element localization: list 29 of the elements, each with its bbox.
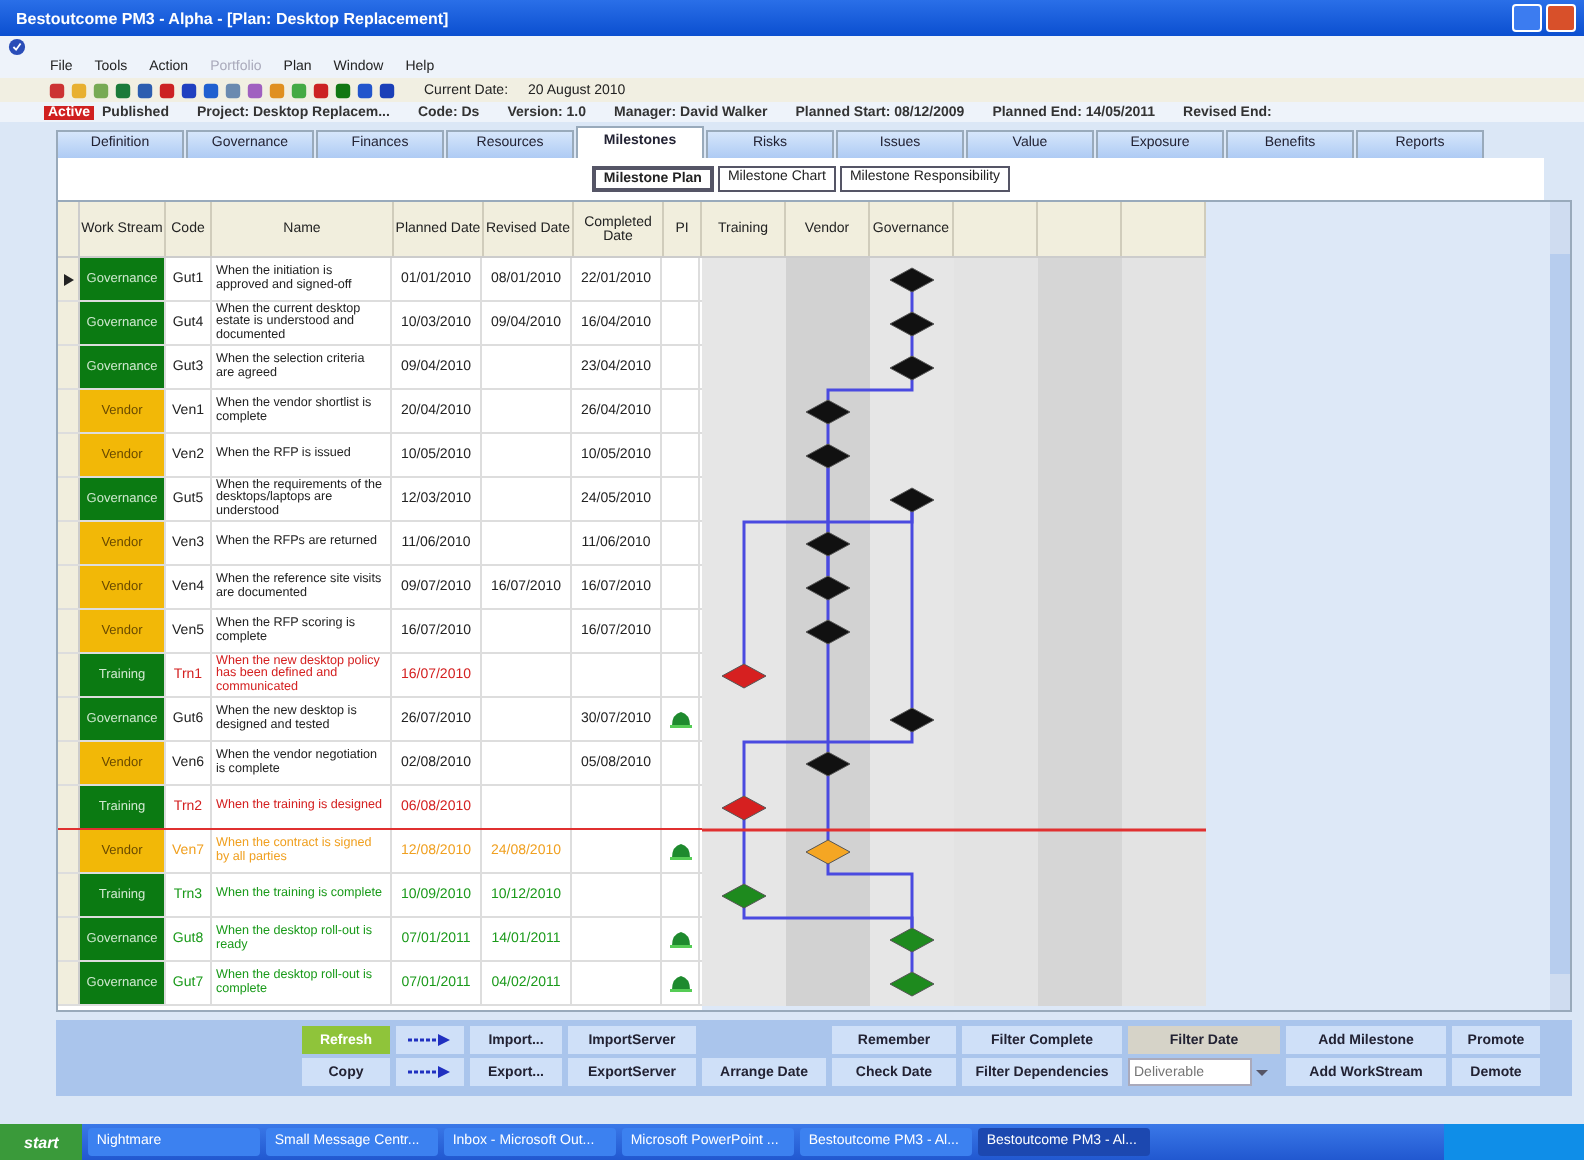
milestone-diamond[interactable] <box>889 355 935 381</box>
milestone-diamond[interactable] <box>889 311 935 337</box>
milestone-diamond[interactable] <box>805 443 851 469</box>
connector-line <box>910 290 914 312</box>
milestone-diamond[interactable] <box>805 575 851 601</box>
arrow-button[interactable] <box>396 1058 464 1086</box>
arrow-icon <box>408 1034 452 1046</box>
app-icon <box>8 37 26 55</box>
connector-line <box>910 950 914 972</box>
milestone-diamond[interactable] <box>805 619 851 645</box>
connector-line <box>826 422 830 444</box>
system-tray <box>1444 1124 1584 1160</box>
close-button[interactable] <box>1546 4 1576 32</box>
connector-line <box>742 818 746 884</box>
milestone-diamond[interactable] <box>805 751 851 777</box>
arrow-button[interactable] <box>396 1026 464 1054</box>
scrollbar[interactable] <box>1550 202 1570 1010</box>
milestone-diamond[interactable] <box>889 487 935 513</box>
connector-line <box>826 378 914 400</box>
milestone-diamond[interactable] <box>889 267 935 293</box>
milestone-diamond[interactable] <box>889 707 935 733</box>
row-selector[interactable] <box>58 258 80 300</box>
milestone-diamond[interactable] <box>805 531 851 557</box>
arrow-icon <box>408 1066 452 1078</box>
connector-line <box>910 334 914 356</box>
milestone-diamond[interactable] <box>805 399 851 425</box>
start-button[interactable]: start <box>0 1124 83 1160</box>
minimize-button[interactable] <box>1512 4 1542 32</box>
window-title: Bestoutcome PM3 - Alpha - [Plan: Desktop Replacement] <box>16 9 449 27</box>
